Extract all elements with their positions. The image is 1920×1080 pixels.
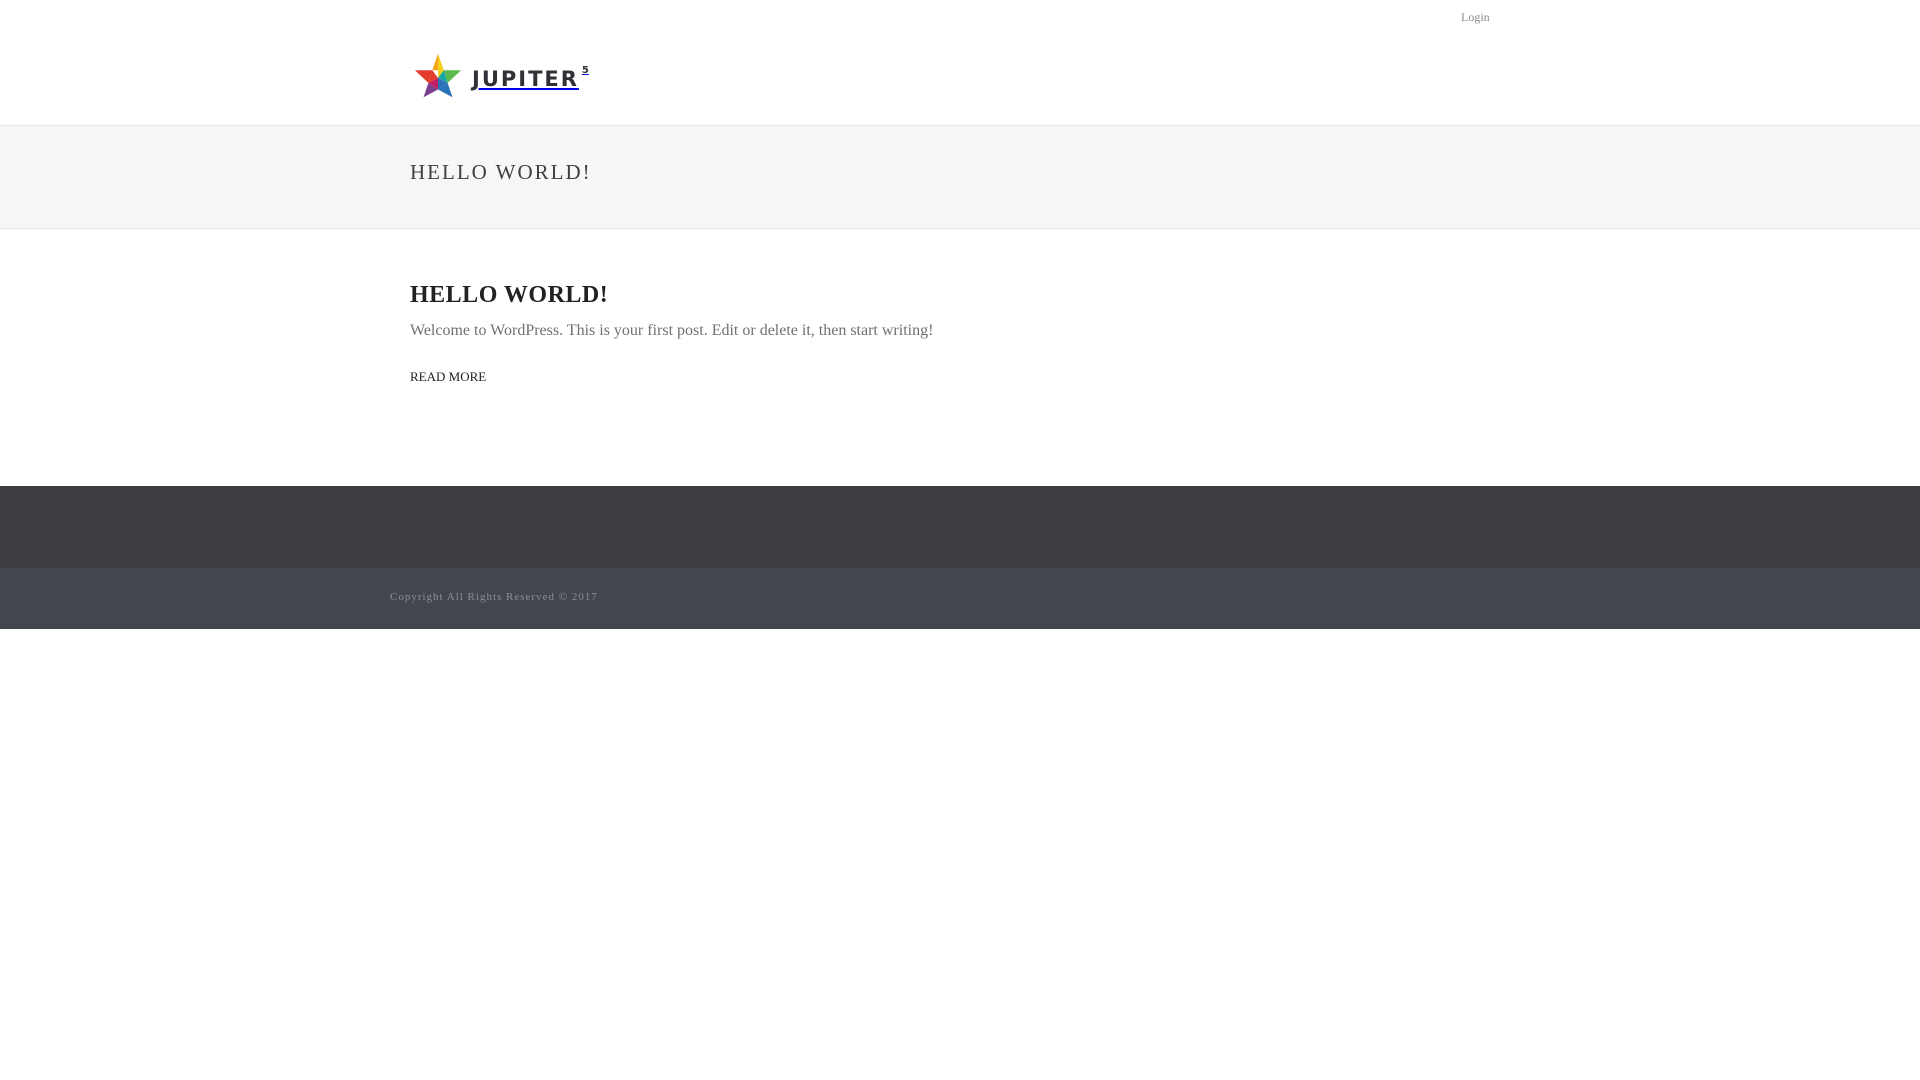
post-excerpt: Welcome to WordPress. This is your first… <box>410 322 934 339</box>
footer-widgets <box>0 486 1920 568</box>
main-content: HELLO WORLD! Welcome to WordPress. This … <box>0 229 1920 486</box>
site-header: JUPITER 5 <box>0 36 1920 126</box>
jupiter-star-icon <box>414 53 462 98</box>
site-logo[interactable]: JUPITER 5 <box>411 52 589 104</box>
logo-version: 5 <box>581 64 589 76</box>
logo-wordmark: JUPITER <box>472 67 579 91</box>
page-title: HELLO WORLD! <box>410 160 592 184</box>
read-more-link[interactable]: READ MORE <box>410 369 486 385</box>
copyright-text: Copyright All Rights Reserved © 2017 <box>390 591 598 603</box>
page-title-band: HELLO WORLD! <box>0 126 1920 229</box>
top-bar: Login <box>0 0 1920 36</box>
footer-bottom: Copyright All Rights Reserved © 2017 <box>0 568 1920 629</box>
post-title[interactable]: HELLO WORLD! <box>410 282 608 309</box>
login-link[interactable]: Login <box>1461 10 1490 25</box>
